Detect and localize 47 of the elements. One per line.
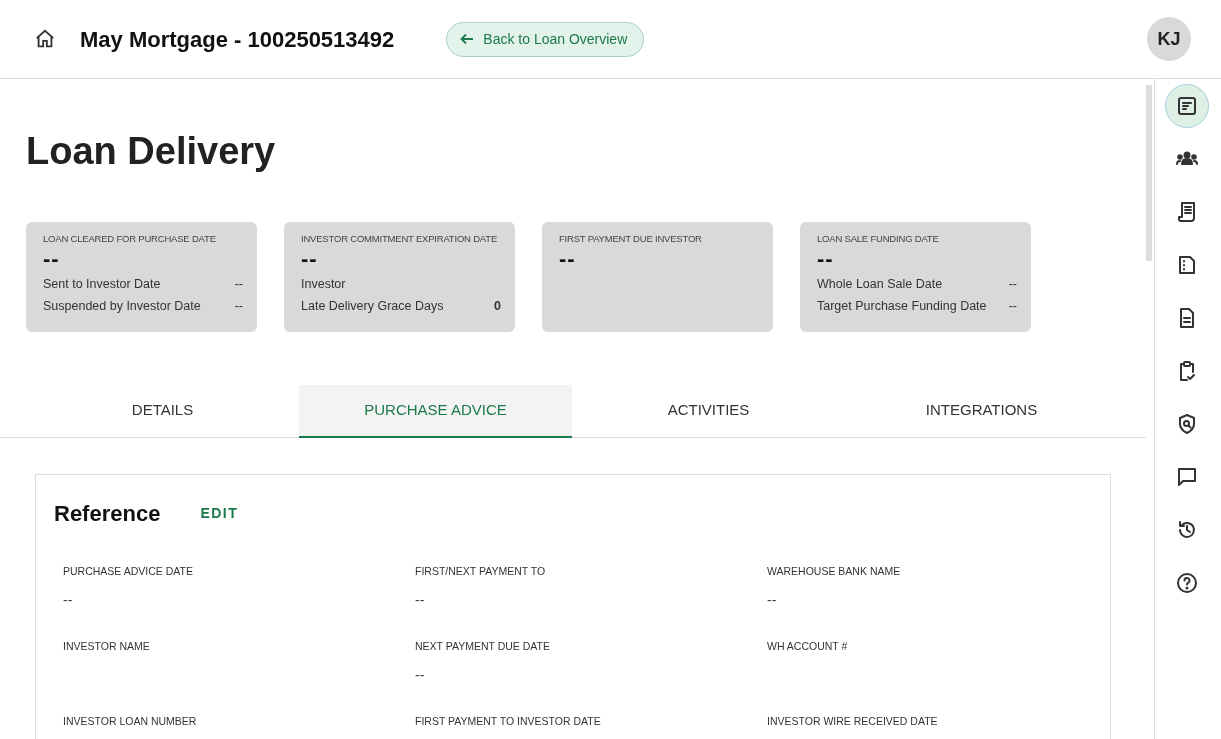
row-label: Investor — [301, 277, 346, 293]
tab[interactable]: ACTIVITIES — [572, 385, 845, 438]
scrollbar[interactable] — [1146, 85, 1152, 261]
row-label: Target Purchase Funding Date — [817, 299, 987, 315]
card-title: INVESTOR COMMITMENT EXPIRATION DATE — [301, 232, 499, 246]
card-title: LOAN SALE FUNDING DATE — [817, 232, 940, 246]
rail-button[interactable] — [1164, 84, 1209, 128]
page-header-title: May Mortgage - 100250513492 — [80, 25, 395, 54]
tab[interactable]: DETAILS — [26, 385, 299, 438]
field-label: INVESTOR LOAN NUMBER — [63, 715, 197, 727]
help-icon — [1174, 571, 1199, 595]
row-label: Suspended by Investor Date — [43, 299, 201, 315]
tab[interactable]: PURCHASE ADVICE — [299, 385, 572, 438]
page-title: Loan Delivery — [26, 129, 277, 174]
row-label: Sent to Investor Date — [43, 277, 161, 293]
row-value: 0 — [494, 299, 501, 315]
arrow-left-icon — [459, 31, 476, 47]
row-value: -- — [234, 277, 243, 293]
card-title: LOAN CLEARED FOR PURCHASE DATE — [43, 232, 217, 246]
row-label: Late Delivery Grace Days — [301, 299, 444, 315]
card-value: -- — [301, 246, 318, 273]
edit-link[interactable]: EDIT — [160, 503, 239, 524]
field-label: INVESTOR NAME — [63, 640, 150, 652]
field-label: NEXT PAYMENT DUE DATE — [415, 640, 550, 652]
field-label: WAREHOUSE BANK NAME — [767, 565, 901, 577]
card-value: -- — [559, 246, 576, 273]
field-label: PURCHASE ADVICE DATE — [63, 565, 193, 577]
back-button[interactable]: Back to Loan Overview — [446, 21, 645, 57]
card-value: -- — [817, 246, 834, 273]
home-icon[interactable] — [34, 28, 56, 50]
card-value: -- — [43, 246, 60, 273]
row-value: -- — [234, 299, 243, 315]
row-value: -- — [1008, 299, 1017, 315]
row-value: -- — [1008, 277, 1017, 293]
field-value: -- — [415, 667, 425, 683]
field-label: FIRST/NEXT PAYMENT TO — [415, 565, 546, 577]
tab[interactable]: INTEGRATIONS — [845, 385, 1118, 438]
field-value: -- — [767, 592, 777, 608]
user-avatar[interactable]: KJ — [1147, 17, 1191, 61]
card-title: FIRST PAYMENT DUE INVESTOR — [559, 232, 703, 246]
row-label: Whole Loan Sale Date — [817, 277, 943, 293]
section-title: Reference — [54, 500, 161, 528]
field-value: -- — [63, 592, 73, 608]
field-label: WH ACCOUNT # — [767, 640, 848, 652]
field-label: FIRST PAYMENT TO INVESTOR DATE — [415, 715, 601, 727]
field-label: INVESTOR WIRE RECEIVED DATE — [767, 715, 938, 727]
field-value: -- — [415, 592, 425, 608]
